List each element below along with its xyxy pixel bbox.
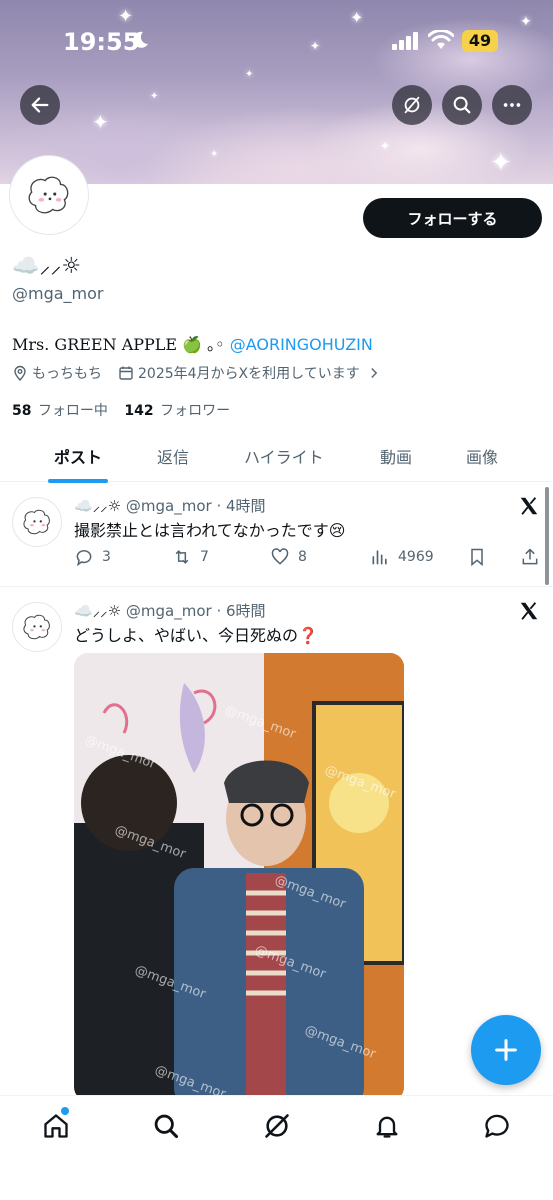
reply-button[interactable]: 3 xyxy=(74,547,111,567)
reply-count: 3 xyxy=(102,549,111,565)
status-bar: 19:55 49 xyxy=(0,0,553,80)
calendar-icon xyxy=(119,366,133,380)
back-arrow-icon xyxy=(31,97,49,113)
sparkle-icon: ✦ xyxy=(490,148,512,178)
sparkle-icon: ✦ xyxy=(210,149,219,160)
plus-icon xyxy=(495,1039,517,1061)
bottom-navigation xyxy=(0,1095,553,1200)
battery-indicator: 49 xyxy=(462,30,498,52)
following-label: フォロー中 xyxy=(37,403,108,419)
bio-mention-link[interactable]: @AORINGOHUZIN xyxy=(230,335,373,354)
x-logo-icon xyxy=(520,497,538,515)
repost-button[interactable]: 7 xyxy=(172,547,209,567)
grok-button[interactable] xyxy=(392,85,432,125)
post-author-name[interactable]: ☁️⸝⸝☼ xyxy=(74,497,121,515)
following-count: 58 xyxy=(12,403,32,419)
photo-illustration: @mga_mor@mga_mor@mga_mor@mga_mor@mga_mor… xyxy=(74,653,404,1101)
repost-icon xyxy=(175,550,189,564)
compose-button[interactable] xyxy=(471,1015,541,1085)
scrollbar[interactable] xyxy=(545,487,549,585)
post-avatar[interactable] xyxy=(12,497,62,547)
location-text: もっちもち xyxy=(32,366,102,382)
repost-count: 7 xyxy=(200,549,209,565)
search-button[interactable] xyxy=(442,85,482,125)
back-button[interactable] xyxy=(20,85,60,125)
moon-icon xyxy=(133,31,148,48)
views-button[interactable]: 4969 xyxy=(370,547,434,567)
post-item[interactable]: ☁️⸝⸝☼ @mga_mor · 4時間 撮影禁止とは言われてなかったです😢 3… xyxy=(0,483,553,587)
tab-highlights[interactable]: ハイライト xyxy=(244,444,324,468)
reply-icon xyxy=(76,550,92,567)
follow-stats: 58 フォロー中 142 フォロワー xyxy=(12,400,230,420)
followers-label: フォロワー xyxy=(160,403,231,419)
profile-tabs: ポスト 返信 ハイライト 動画 画像 xyxy=(0,432,553,483)
followers-link[interactable]: 142 フォロワー xyxy=(124,403,230,419)
profile-avatar[interactable] xyxy=(10,156,88,234)
bio-text: Mrs. GREEN APPLE 🍏 ｡◦ xyxy=(12,335,230,354)
profile-handle: @mga_mor xyxy=(12,284,104,303)
post-avatar[interactable] xyxy=(12,602,62,652)
share-button[interactable] xyxy=(520,547,540,567)
post-meta: @mga_mor · 4時間 xyxy=(125,497,266,515)
share-icon xyxy=(522,548,538,565)
sparkle-icon: ✦ xyxy=(150,91,159,102)
sparkle-icon: ✦ xyxy=(380,139,391,153)
profile-bio: Mrs. GREEN APPLE 🍏 ｡◦ @AORINGOHUZIN xyxy=(12,331,373,355)
more-button[interactable] xyxy=(492,85,532,125)
wifi-icon xyxy=(428,30,454,49)
tab-replies[interactable]: 返信 xyxy=(157,444,189,468)
post-image[interactable]: @mga_mor @mga_mor @mga_mor @mga_mor @mga_mor… xyxy=(74,653,404,1101)
bell-icon xyxy=(376,1116,398,1138)
follow-button[interactable]: フォローする xyxy=(363,198,542,238)
nav-search[interactable] xyxy=(150,1110,182,1142)
like-button[interactable]: 8 xyxy=(270,547,307,567)
heart-icon xyxy=(271,548,289,565)
views-icon xyxy=(372,550,387,565)
tab-posts[interactable]: ポスト xyxy=(54,444,102,468)
chevron-right-icon[interactable] xyxy=(368,367,380,379)
post-actions: 3 7 8 4969 xyxy=(74,547,544,571)
post-text: どうしよ、やばい、今日死ぬの❓ xyxy=(74,626,318,645)
nav-grok[interactable] xyxy=(261,1110,293,1142)
sparkle-icon: ✦ xyxy=(92,110,109,134)
notification-dot xyxy=(61,1107,69,1115)
signal-icon xyxy=(392,32,418,50)
home-icon xyxy=(44,1114,68,1138)
dog-avatar-icon xyxy=(23,509,50,535)
post-text: 撮影禁止とは言われてなかったです😢 xyxy=(74,521,346,540)
x-logo-icon xyxy=(520,602,538,620)
post-meta: @mga_mor · 6時間 xyxy=(125,602,266,620)
chat-icon xyxy=(485,1114,509,1138)
grok-icon xyxy=(404,96,420,114)
nav-notifications[interactable] xyxy=(371,1110,403,1142)
joined-text: 2025年4月からXを利用しています xyxy=(138,366,360,382)
search-icon xyxy=(453,96,471,114)
following-link[interactable]: 58 フォロー中 xyxy=(12,403,108,419)
status-time: 19:55 xyxy=(63,28,140,56)
like-count: 8 xyxy=(298,549,307,565)
post-header: ☁️⸝⸝☼ @mga_mor · 6時間 xyxy=(74,600,266,621)
dog-avatar-icon xyxy=(23,614,50,640)
post-header: ☁️⸝⸝☼ @mga_mor · 4時間 xyxy=(74,495,266,516)
tab-images[interactable]: 画像 xyxy=(466,444,498,468)
more-icon xyxy=(503,103,521,107)
bookmark-icon xyxy=(471,548,483,567)
post-author-name[interactable]: ☁️⸝⸝☼ xyxy=(74,602,121,620)
tab-videos[interactable]: 動画 xyxy=(380,444,412,468)
location-icon xyxy=(14,365,26,381)
bookmark-button[interactable] xyxy=(467,547,487,567)
dog-avatar-icon xyxy=(28,176,69,214)
nav-home[interactable] xyxy=(40,1110,72,1142)
grok-icon xyxy=(265,1114,289,1138)
display-name: ☁️⸝⸝☼ xyxy=(12,254,82,279)
nav-messages[interactable] xyxy=(481,1110,513,1142)
search-icon xyxy=(154,1114,179,1139)
followers-count: 142 xyxy=(124,403,154,419)
profile-meta: もっちもち 2025年4月からXを利用しています xyxy=(12,363,380,383)
view-count: 4969 xyxy=(398,549,434,565)
